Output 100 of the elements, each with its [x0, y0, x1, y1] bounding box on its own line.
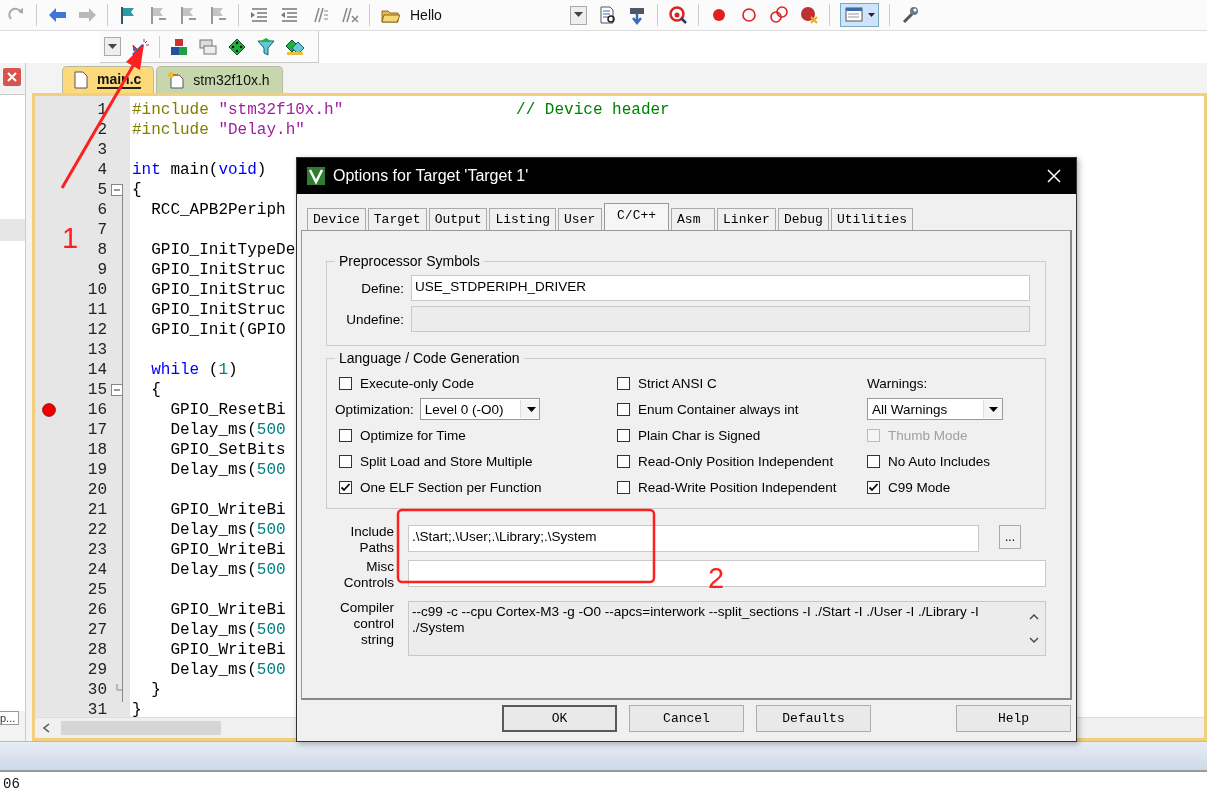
dialog-tab[interactable]: Linker — [717, 208, 776, 230]
dialog-tab[interactable]: Listing — [489, 208, 557, 230]
dialog-tab[interactable]: Debug — [777, 208, 829, 230]
line-number: 30 — [86, 681, 107, 699]
checkbox-label: Plain Char is Signed — [638, 427, 761, 443]
magnifier-icon[interactable] — [668, 5, 688, 25]
line-number: 9 — [96, 261, 107, 279]
line-number: 24 — [86, 561, 107, 579]
close-button[interactable] — [3, 68, 21, 86]
dropdown-label: Optimization: — [335, 401, 414, 417]
code-line: { — [132, 181, 142, 199]
document-search-icon[interactable] — [597, 5, 617, 25]
dialog-button[interactable]: Defaults — [756, 705, 871, 732]
double-circle-icon[interactable] — [769, 5, 789, 25]
checkbox-label: Optimize for Time — [360, 427, 466, 443]
code-line: GPIO_InitStruc — [150, 301, 286, 319]
line-number: 26 — [86, 601, 107, 619]
line-number: 14 — [86, 361, 107, 379]
checkbox-label: Read-Write Position Independent — [638, 479, 837, 495]
line-number: 7 — [96, 221, 107, 239]
line-number: 16 — [86, 401, 107, 419]
wrench-icon[interactable] — [900, 5, 920, 25]
input-field[interactable] — [408, 560, 1046, 587]
window-icon — [844, 5, 864, 25]
checkbox[interactable] — [617, 454, 630, 468]
caret-icon — [868, 13, 875, 17]
caret-icon — [574, 12, 583, 18]
annotation-number: 1 — [62, 222, 79, 254]
input-field[interactable]: USE_STDPERIPH_DRIVER — [411, 275, 1030, 301]
checkbox[interactable] — [617, 480, 630, 494]
group-title: Language / Code Generation — [338, 350, 521, 366]
line-number: 22 — [86, 521, 107, 539]
splitter-bar[interactable] — [0, 741, 1207, 772]
checkbox[interactable] — [867, 480, 880, 494]
dialog-button[interactable]: OK — [502, 705, 617, 732]
dialog-button[interactable]: Cancel — [629, 705, 744, 732]
browse-button[interactable]: ... — [999, 525, 1021, 549]
scrollbar-thumb[interactable] — [61, 721, 221, 735]
blocks-icon[interactable] — [169, 36, 189, 57]
code-line: GPIO_InitTypeDe — [150, 241, 296, 259]
dialog-tab[interactable]: Device — [307, 208, 366, 230]
checkbox-label: C99 Mode — [888, 479, 951, 495]
checkbox[interactable] — [339, 428, 352, 442]
funnel-icon[interactable] — [256, 36, 276, 57]
dialog-tab[interactable]: User — [558, 208, 603, 230]
checkbox[interactable] — [617, 428, 630, 442]
code-line: RCC_APB2Periph — [150, 201, 286, 219]
code-line: int main(void) — [132, 161, 267, 179]
checkbox-label: Read-Only Position Independent — [638, 453, 834, 469]
file-tab[interactable]: stm32f10x.h — [156, 66, 283, 93]
line-number: 27 — [86, 621, 107, 639]
window-menu-button[interactable] — [840, 3, 879, 27]
line-number: 8 — [96, 241, 107, 259]
dropdown-button[interactable] — [104, 37, 121, 56]
line-number: 23 — [86, 541, 107, 559]
circle-cross-icon[interactable] — [799, 5, 819, 25]
download-icon[interactable] — [627, 5, 647, 25]
dropdown[interactable]: Level 0 (-O0) — [419, 398, 540, 420]
uncomment-icon[interactable] — [339, 5, 359, 25]
input-field[interactable]: .\Start;.\User;.\Library;.\System — [408, 525, 979, 552]
checkbox[interactable] — [867, 454, 880, 468]
line-number: 31 — [86, 701, 107, 717]
checkbox[interactable] — [617, 376, 630, 390]
code-line: #include "Delay.h" — [132, 121, 305, 139]
checkbox-label: Enum Container always int — [638, 401, 799, 417]
caret-icon — [108, 43, 117, 50]
group-title: Preprocessor Symbols — [338, 253, 481, 269]
checkbox[interactable] — [617, 402, 630, 416]
dialog-tab[interactable]: Target — [367, 208, 427, 230]
checkbox-label: Execute-only Code — [360, 375, 475, 391]
target-name: Hello — [410, 7, 443, 23]
caret-icon — [527, 406, 537, 412]
fold-icon[interactable] — [111, 184, 123, 196]
field-label: Misc Controls — [342, 559, 394, 591]
checkbox[interactable] — [339, 376, 352, 390]
dialog-tab[interactable]: Asm — [671, 208, 716, 230]
checkbox-label: Thumb Mode — [888, 427, 968, 443]
dialog-tab[interactable]: C/C++ — [604, 203, 670, 230]
line-number: 10 — [86, 281, 107, 299]
line-number: 25 — [86, 581, 107, 599]
checkbox[interactable] — [339, 480, 352, 494]
app-logo-icon — [307, 167, 325, 185]
stacked-windows-icon[interactable] — [198, 36, 218, 57]
close-icon[interactable] — [1046, 168, 1062, 184]
dialog-tab[interactable]: Utilities — [830, 208, 914, 230]
magic-wand-icon[interactable] — [130, 36, 150, 57]
field-label: Undefine: — [345, 311, 404, 327]
field-label: Compiler control string — [339, 600, 394, 648]
indent-icon[interactable] — [249, 5, 269, 25]
fold-icon[interactable] — [111, 384, 123, 396]
caret-icon — [988, 406, 998, 412]
checkbox[interactable] — [339, 454, 352, 468]
dialog-button[interactable]: Help — [956, 705, 1071, 732]
outdent-icon[interactable] — [279, 5, 299, 25]
code-line: GPIO_WriteBi — [169, 641, 286, 659]
dialog-tab[interactable]: Output — [428, 208, 488, 230]
hollow-circle-icon[interactable] — [739, 5, 759, 25]
diamond-icon[interactable] — [227, 36, 247, 57]
dropdown[interactable]: All Warnings — [867, 398, 1003, 420]
dropdown-button[interactable] — [570, 5, 587, 25]
